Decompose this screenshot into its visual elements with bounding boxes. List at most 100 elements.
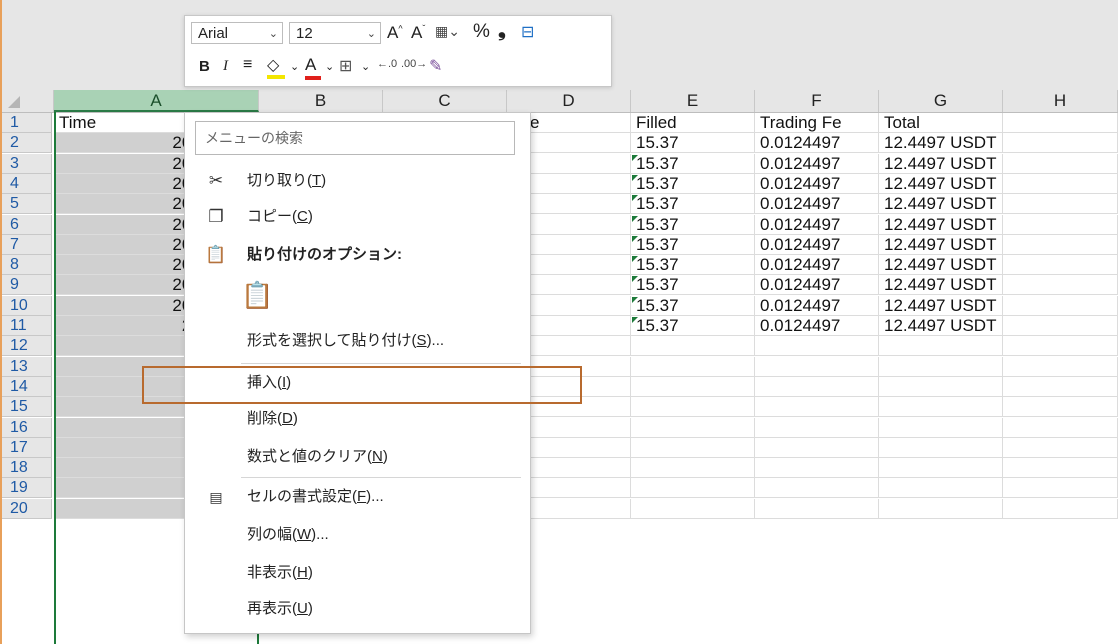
- cell-g12[interactable]: [879, 336, 1003, 357]
- cell-h7[interactable]: [1003, 234, 1118, 255]
- decrease-decimal-icon[interactable]: .00→: [401, 58, 427, 70]
- column-header-b[interactable]: B: [259, 90, 383, 112]
- cell-f5[interactable]: 0.0124497: [755, 194, 879, 215]
- menu-item-insert[interactable]: 挿入(I): [185, 365, 528, 401]
- cell-g18[interactable]: [879, 458, 1003, 479]
- cell-e1[interactable]: Filled: [631, 113, 755, 133]
- cell-g15[interactable]: [879, 397, 1003, 418]
- cell-g16[interactable]: [879, 417, 1003, 438]
- row-header[interactable]: 14: [2, 376, 52, 397]
- row-header[interactable]: 17: [2, 437, 52, 458]
- chevron-down-icon[interactable]: ⌄: [290, 60, 299, 73]
- cell-h10[interactable]: [1003, 295, 1118, 316]
- row-header[interactable]: 10: [2, 295, 52, 316]
- comma-style-button[interactable]: ❟: [498, 19, 506, 42]
- cell-g4[interactable]: 12.4497 USDT: [879, 173, 1003, 194]
- chevron-down-icon[interactable]: ⌄: [325, 60, 334, 73]
- menu-item-hide[interactable]: 非表示(H): [185, 555, 528, 591]
- menu-search-input[interactable]: メニューの検索: [195, 121, 515, 155]
- cell-e15[interactable]: [631, 397, 755, 418]
- cell-f12[interactable]: [755, 336, 879, 357]
- row-header[interactable]: 6: [2, 214, 52, 235]
- align-center-icon[interactable]: ≡: [243, 56, 252, 74]
- cell-g20[interactable]: [879, 498, 1003, 519]
- row-header[interactable]: 19: [2, 478, 52, 499]
- menu-item-copy[interactable]: ❐ コピー(C): [185, 199, 528, 235]
- row-header[interactable]: 11: [2, 316, 52, 336]
- cell-h17[interactable]: [1003, 437, 1118, 458]
- row-header[interactable]: 7: [2, 234, 52, 255]
- cell-e12[interactable]: [631, 336, 755, 357]
- cell-f2[interactable]: 0.0124497: [755, 133, 879, 154]
- borders-icon[interactable]: ⊞: [339, 56, 352, 76]
- cell-e17[interactable]: [631, 437, 755, 458]
- cell-g3[interactable]: 12.4497 USDT: [879, 153, 1003, 174]
- cell-e5[interactable]: 15.37: [631, 194, 755, 215]
- menu-item-column-width[interactable]: 列の幅(W)...: [185, 517, 528, 553]
- cell-g9[interactable]: 12.4497 USDT: [879, 275, 1003, 296]
- cell-h12[interactable]: [1003, 336, 1118, 357]
- bold-button[interactable]: B: [199, 58, 210, 75]
- cell-f19[interactable]: [755, 478, 879, 499]
- cell-h13[interactable]: [1003, 356, 1118, 377]
- cell-e6[interactable]: 15.37: [631, 214, 755, 235]
- cell-f15[interactable]: [755, 397, 879, 418]
- row-header[interactable]: 20: [2, 498, 52, 519]
- cell-g13[interactable]: [879, 356, 1003, 377]
- cell-e16[interactable]: [631, 417, 755, 438]
- cell-e20[interactable]: [631, 498, 755, 519]
- cell-g2[interactable]: 12.4497 USDT: [879, 133, 1003, 154]
- cell-g6[interactable]: 12.4497 USDT: [879, 214, 1003, 235]
- cell-f18[interactable]: [755, 458, 879, 479]
- format-painter-icon[interactable]: ✎: [429, 56, 442, 76]
- percent-style-button[interactable]: %: [473, 21, 490, 43]
- font-name-select[interactable]: Arial ⌄: [191, 22, 283, 44]
- row-header[interactable]: 12: [2, 336, 52, 357]
- grow-font-button[interactable]: A^: [387, 23, 403, 43]
- row-header[interactable]: 13: [2, 356, 52, 377]
- shrink-font-button[interactable]: Aˇ: [411, 23, 425, 43]
- row-header[interactable]: 1: [2, 113, 52, 133]
- column-header-h[interactable]: H: [1003, 90, 1118, 112]
- column-header-f[interactable]: F: [755, 90, 879, 112]
- cell-g19[interactable]: [879, 478, 1003, 499]
- cell-f9[interactable]: 0.0124497: [755, 275, 879, 296]
- row-header[interactable]: 16: [2, 417, 52, 438]
- number-format-icon[interactable]: ▦⌄: [435, 23, 460, 40]
- cell-e8[interactable]: 15.37: [631, 255, 755, 276]
- fill-color-icon[interactable]: ◇: [267, 55, 285, 79]
- cell-g7[interactable]: 12.4497 USDT: [879, 234, 1003, 255]
- cell-f10[interactable]: 0.0124497: [755, 295, 879, 316]
- italic-button[interactable]: I: [223, 58, 228, 75]
- cell-f1[interactable]: Trading Fe: [755, 113, 879, 133]
- cell-g5[interactable]: 12.4497 USDT: [879, 194, 1003, 215]
- row-header[interactable]: 15: [2, 397, 52, 418]
- cell-f7[interactable]: 0.0124497: [755, 234, 879, 255]
- cell-h16[interactable]: [1003, 417, 1118, 438]
- cell-e14[interactable]: [631, 376, 755, 397]
- chevron-down-icon[interactable]: ⌄: [361, 60, 370, 73]
- font-color-icon[interactable]: A: [305, 55, 321, 80]
- cell-e9[interactable]: 15.37: [631, 275, 755, 296]
- cell-g17[interactable]: [879, 437, 1003, 458]
- cell-e13[interactable]: [631, 356, 755, 377]
- cell-f14[interactable]: [755, 376, 879, 397]
- cell-h14[interactable]: [1003, 376, 1118, 397]
- cell-h19[interactable]: [1003, 478, 1118, 499]
- cell-h9[interactable]: [1003, 275, 1118, 296]
- cell-h15[interactable]: [1003, 397, 1118, 418]
- menu-item-cut[interactable]: ✂ 切り取り(T): [185, 163, 528, 199]
- cell-h11[interactable]: [1003, 316, 1118, 336]
- cell-e10[interactable]: 15.37: [631, 295, 755, 316]
- row-header[interactable]: 18: [2, 458, 52, 479]
- menu-item-clear[interactable]: 数式と値のクリア(N): [185, 439, 528, 475]
- cell-f8[interactable]: 0.0124497: [755, 255, 879, 276]
- increase-decimal-icon[interactable]: ←.0: [377, 58, 397, 70]
- cell-h1[interactable]: [1003, 113, 1118, 133]
- column-header-d[interactable]: D: [507, 90, 631, 112]
- cell-h4[interactable]: [1003, 173, 1118, 194]
- cell-h20[interactable]: [1003, 498, 1118, 519]
- cell-e18[interactable]: [631, 458, 755, 479]
- row-header[interactable]: 4: [2, 173, 52, 194]
- cell-f4[interactable]: 0.0124497: [755, 173, 879, 194]
